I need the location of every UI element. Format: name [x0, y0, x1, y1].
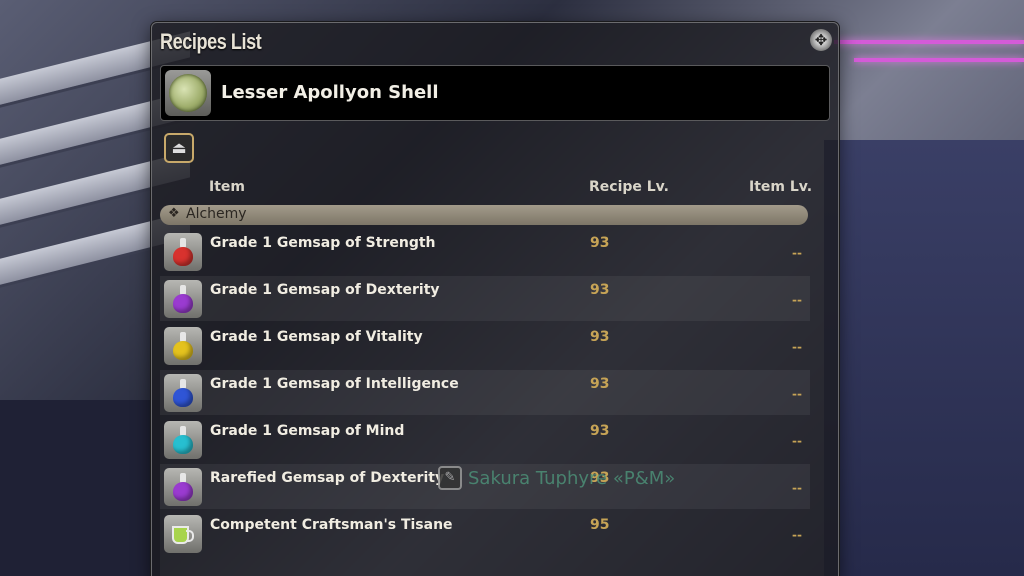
recipe-row[interactable]: Competent Craftsman's Tisane 95 --: [160, 511, 810, 556]
recipe-level: 93: [590, 423, 610, 439]
category-label: Alchemy: [186, 206, 247, 222]
filter-icon[interactable]: ⏏: [164, 133, 194, 163]
item-level: --: [792, 246, 802, 260]
recipe-icon-frame: [164, 374, 202, 412]
item-search-box[interactable]: Lesser Apollyon Shell: [160, 65, 830, 121]
column-header-item[interactable]: Item: [209, 179, 245, 195]
purple-potion-icon: [173, 473, 193, 501]
recipe-name: Grade 1 Gemsap of Mind: [210, 423, 405, 439]
player-nameplate: ✎ Sakura Tuphyre «P&M»: [438, 466, 675, 490]
category-diamond-icon: ❖: [168, 206, 180, 221]
red-potion-icon: [173, 238, 193, 266]
recipe-icon-frame: [164, 280, 202, 318]
item-level: --: [792, 387, 802, 401]
recipe-icon-frame: [164, 233, 202, 271]
item-level: --: [792, 293, 802, 307]
item-level: --: [792, 528, 802, 542]
recipe-icon-frame: [164, 515, 202, 553]
recipe-icon-frame: [164, 327, 202, 365]
close-button[interactable]: ✥: [810, 29, 832, 51]
category-alchemy[interactable]: ❖ Alchemy: [160, 205, 808, 225]
recipe-row[interactable]: Grade 1 Gemsap of Strength 93 --: [160, 229, 810, 274]
column-header-recipe-lv[interactable]: Recipe Lv.: [589, 179, 669, 195]
recipe-row[interactable]: Grade 1 Gemsap of Vitality 93 --: [160, 323, 810, 368]
neon-light: [854, 58, 1024, 62]
item-name: Lesser Apollyon Shell: [221, 82, 439, 103]
recipe-row[interactable]: Grade 1 Gemsap of Dexterity 93 --: [160, 276, 810, 321]
player-name: Sakura Tuphyre «P&M»: [468, 467, 676, 489]
recipe-level: 93: [590, 235, 610, 251]
recipe-name: Rarefied Gemsap of Dexterity: [210, 470, 445, 486]
floor-tile: [0, 400, 160, 576]
recipe-icon-frame: [164, 468, 202, 506]
item-level: --: [792, 481, 802, 495]
recipe-level: 93: [590, 329, 610, 345]
cyan-potion-icon: [173, 426, 193, 454]
neon-light: [834, 40, 1024, 44]
item-level: --: [792, 340, 802, 354]
blue-potion-icon: [173, 379, 193, 407]
tisane-cup-icon: [172, 523, 194, 545]
shell-icon: [169, 74, 207, 112]
window-title: Recipes List: [160, 29, 262, 54]
recipe-name: Grade 1 Gemsap of Vitality: [210, 329, 423, 345]
crafter-status-icon: ✎: [438, 466, 462, 490]
purple-potion-icon: [173, 285, 193, 313]
column-header-item-lv[interactable]: Item Lv.: [749, 179, 812, 195]
counter-structure: [824, 140, 1024, 576]
item-icon-frame: [165, 70, 211, 116]
item-level: --: [792, 434, 802, 448]
recipe-level: 93: [590, 282, 610, 298]
recipes-list-window: Recipes List ✥ Lesser Apollyon Shell ⏏ I…: [151, 22, 839, 576]
recipe-name: Grade 1 Gemsap of Dexterity: [210, 282, 440, 298]
recipe-row[interactable]: Grade 1 Gemsap of Mind 93 --: [160, 417, 810, 462]
recipe-icon-frame: [164, 421, 202, 459]
recipe-level: 93: [590, 376, 610, 392]
recipe-name: Grade 1 Gemsap of Intelligence: [210, 376, 459, 392]
yellow-potion-icon: [173, 332, 193, 360]
recipe-level: 95: [590, 517, 610, 533]
recipe-name: Competent Craftsman's Tisane: [210, 517, 453, 533]
recipe-row[interactable]: Grade 1 Gemsap of Intelligence 93 --: [160, 370, 810, 415]
recipe-name: Grade 1 Gemsap of Strength: [210, 235, 436, 251]
